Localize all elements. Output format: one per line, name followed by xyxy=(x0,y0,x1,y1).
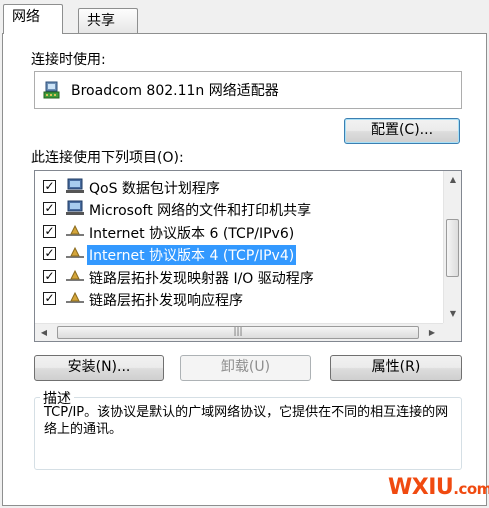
item-checkbox[interactable]: ✓ xyxy=(43,247,56,260)
connect-using-label: 连接时使用: xyxy=(31,52,106,68)
watermark-suffix: .com xyxy=(453,480,489,498)
horizontal-scroll-thumb[interactable]: ||| xyxy=(57,326,419,339)
list-item-selected[interactable]: ✓ Internet 协议版本 4 (TCP/IPv4) xyxy=(35,242,441,265)
list-item[interactable]: ✓ 链路层拓扑发现映射器 I/O 驱动程序 xyxy=(35,265,441,287)
item-checkbox[interactable]: ✓ xyxy=(43,180,56,193)
item-checkbox[interactable]: ✓ xyxy=(43,292,56,305)
list-item[interactable]: ✓ QoS 数据包计划程序 xyxy=(35,175,441,197)
protocol-icon xyxy=(66,224,84,236)
scroll-right-icon[interactable]: ▶ xyxy=(423,324,441,341)
item-checkbox[interactable]: ✓ xyxy=(43,202,56,215)
item-label: 链路层拓扑发现响应程序 xyxy=(89,293,243,309)
horizontal-scrollbar[interactable]: ◀ ||| ▶ xyxy=(35,323,443,341)
network-adapter-icon xyxy=(43,81,60,99)
adapter-name: Broadcom 802.11n 网络适配器 xyxy=(71,83,279,99)
scroll-down-icon[interactable]: ▼ xyxy=(444,305,461,323)
vertical-scrollbar[interactable]: ▲ ▼ xyxy=(443,171,461,323)
item-checkbox[interactable]: ✓ xyxy=(43,270,56,283)
description-text: TCP/IP。该协议是默认的广域网络协议，它提供在不同的相互连接的网络上的通讯。 xyxy=(44,405,449,437)
list-item[interactable]: ✓ Internet 协议版本 6 (TCP/IPv6) xyxy=(35,220,441,242)
adapter-field: Broadcom 802.11n 网络适配器 xyxy=(34,71,462,109)
item-label: Internet 协议版本 4 (TCP/IPv4) xyxy=(87,245,297,265)
components-listbox[interactable]: ✓ QoS 数据包计划程序 ✓ Microsoft 网络的文件和打印机共享 ✓ xyxy=(34,170,462,342)
item-label: QoS 数据包计划程序 xyxy=(89,181,220,197)
network-client-icon xyxy=(66,200,84,215)
vertical-scroll-thumb[interactable] xyxy=(446,219,459,277)
service-icon xyxy=(66,178,84,193)
install-button[interactable]: 安装(N)... xyxy=(34,355,164,381)
item-label: Internet 协议版本 6 (TCP/IPv6) xyxy=(89,226,295,242)
protocol-icon xyxy=(66,269,84,281)
item-label: Microsoft 网络的文件和打印机共享 xyxy=(89,203,312,219)
uninstall-button[interactable]: 卸载(U) xyxy=(180,355,311,381)
items-list-label: 此连接使用下列项目(O): xyxy=(31,150,184,166)
configure-button[interactable]: 配置(C)... xyxy=(344,118,460,144)
properties-button[interactable]: 属性(R) xyxy=(330,355,462,381)
watermark-main: WXIU xyxy=(388,475,454,500)
protocol-icon xyxy=(66,291,84,303)
item-checkbox[interactable]: ✓ xyxy=(43,225,56,238)
scroll-left-icon[interactable]: ◀ xyxy=(35,324,53,341)
list-item[interactable]: ✓ Microsoft 网络的文件和打印机共享 xyxy=(35,197,441,219)
site-watermark: WXIU.com xyxy=(388,475,489,500)
scrollbar-corner xyxy=(443,323,461,341)
protocol-icon xyxy=(66,246,84,258)
scroll-up-icon[interactable]: ▲ xyxy=(444,171,461,189)
item-label: 链路层拓扑发现映射器 I/O 驱动程序 xyxy=(89,271,314,287)
list-item[interactable]: ✓ 链路层拓扑发现响应程序 xyxy=(35,287,441,309)
